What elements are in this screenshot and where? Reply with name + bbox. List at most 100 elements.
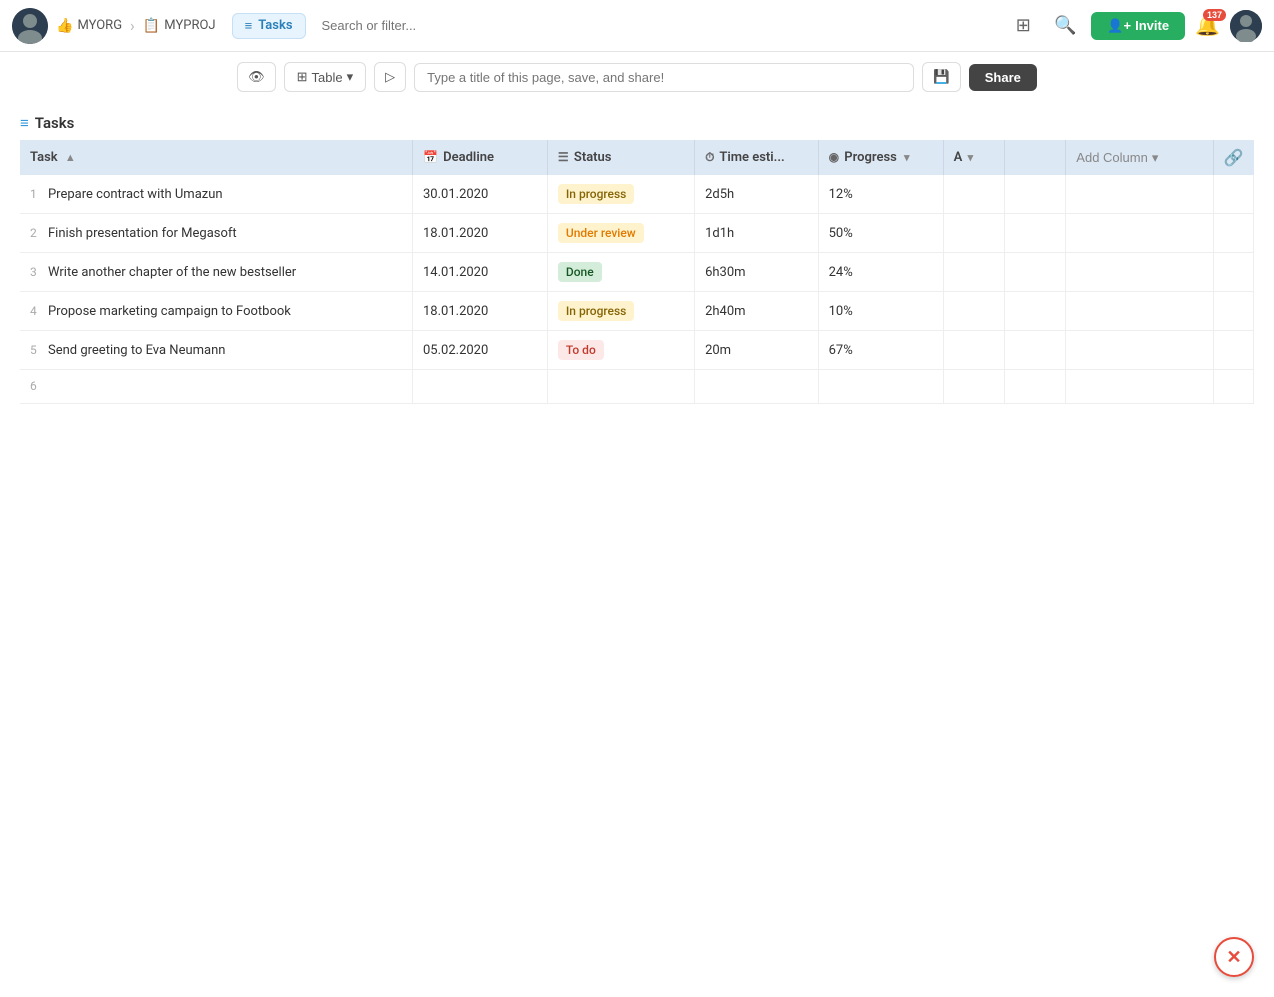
row-empty-cell [1004, 331, 1065, 370]
empty-a [943, 370, 1004, 404]
user-avatar[interactable] [1230, 10, 1262, 42]
row-link-cell [1213, 214, 1253, 253]
row-status-cell: Done [547, 253, 694, 292]
progress-sort-icon: ▾ [904, 151, 910, 164]
row-a-cell [943, 214, 1004, 253]
row-task-cell: 3 Write another chapter of the new bests… [20, 253, 412, 292]
link-icon[interactable]: 🔗 [1224, 148, 1244, 167]
save-button[interactable]: 💾 [922, 62, 961, 92]
a-col-label: A [954, 150, 963, 165]
col-header-status[interactable]: ☰ Status [547, 140, 694, 175]
col-header-add[interactable]: Add Column ▾ [1066, 140, 1213, 175]
row-add-cell [1066, 175, 1213, 214]
row-deadline-cell: 30.01.2020 [412, 175, 547, 214]
table-row-empty[interactable]: 6 [20, 370, 1254, 404]
proj-label: MYPROJ [164, 18, 215, 33]
row-link-cell [1213, 331, 1253, 370]
row-add-cell [1066, 253, 1213, 292]
col-header-a[interactable]: A ▾ [943, 140, 1004, 175]
notification-button[interactable]: 🔔 137 [1195, 13, 1220, 38]
col-header-link: 🔗 [1213, 140, 1253, 175]
page-title-input[interactable] [414, 63, 914, 92]
tasks-pill[interactable]: ≡ Tasks [232, 13, 306, 39]
empty-deadline [412, 370, 547, 404]
share-label: Share [985, 70, 1021, 85]
chevron-down-icon: ▾ [347, 69, 354, 85]
export-button[interactable]: ▷ [374, 62, 406, 92]
nav-org[interactable]: 👍 MYORG [56, 18, 122, 34]
empty-status [547, 370, 694, 404]
col-header-progress[interactable]: ◉ Progress ▾ [818, 140, 943, 175]
row-progress-cell: 12% [818, 175, 943, 214]
invite-icon: 👤+ [1107, 18, 1131, 34]
row-a-cell [943, 175, 1004, 214]
tasks-pill-label: Tasks [258, 18, 292, 33]
row-number: 3 [30, 265, 45, 279]
status-col-icon: ☰ [558, 150, 569, 164]
col-header-task[interactable]: Task ▲ [20, 140, 412, 175]
table-header-row: Task ▲ 📅 Deadline ☰ Status ⏱ Time esti..… [20, 140, 1254, 175]
col-header-time[interactable]: ⏱ Time esti... [695, 140, 819, 175]
share-button[interactable]: Share [969, 64, 1037, 91]
empty-row-num: 6 [20, 370, 412, 404]
table-icon: ⊞ [297, 69, 308, 85]
invite-button[interactable]: 👤+ Invite [1091, 12, 1185, 40]
status-col-label: Status [574, 150, 612, 165]
row-progress-cell: 67% [818, 331, 943, 370]
grid-view-button[interactable]: ⊞ [1007, 10, 1039, 42]
task-name: Prepare contract with Umazun [48, 187, 223, 202]
table-row[interactable]: 2 Finish presentation for Megasoft 18.01… [20, 214, 1254, 253]
col-header-deadline[interactable]: 📅 Deadline [412, 140, 547, 175]
row-empty-cell [1004, 214, 1065, 253]
row-time-cell: 1d1h [695, 214, 819, 253]
row-task-cell: 2 Finish presentation for Megasoft [20, 214, 412, 253]
row-progress-cell: 24% [818, 253, 943, 292]
row-number: 2 [30, 226, 45, 240]
add-col-icon: ▾ [1152, 150, 1159, 166]
row-status-cell: Under review [547, 214, 694, 253]
empty-progress [818, 370, 943, 404]
navbar: 👍 MYORG › 📋 MYPROJ ≡ Tasks ⊞ 🔍 👤+ Invite… [0, 0, 1274, 52]
row-add-cell [1066, 214, 1213, 253]
row-empty-cell [1004, 175, 1065, 214]
row-number: 1 [30, 187, 45, 201]
breadcrumb-separator: › [130, 16, 135, 35]
row-empty-cell [1004, 292, 1065, 331]
view-button[interactable]: 👁 [237, 62, 276, 92]
section-title: ≡ Tasks [20, 102, 1254, 140]
deadline-col-label: Deadline [443, 150, 494, 165]
a-sort-icon: ▾ [968, 151, 974, 164]
save-icon: 💾 [933, 69, 950, 84]
table-row[interactable]: 5 Send greeting to Eva Neumann 05.02.202… [20, 331, 1254, 370]
empty-time [695, 370, 819, 404]
proj-icon: 📋 [143, 18, 160, 34]
row-add-cell [1066, 292, 1213, 331]
row-time-cell: 2d5h [695, 175, 819, 214]
toolbar: 👁 ⊞ Table ▾ ▷ 💾 Share [0, 52, 1274, 102]
row-time-cell: 20m [695, 331, 819, 370]
row-deadline-cell: 18.01.2020 [412, 292, 547, 331]
progress-col-label: Progress [844, 150, 897, 165]
deadline-col-icon: 📅 [423, 150, 438, 164]
add-column-button[interactable]: Add Column ▾ [1076, 150, 1158, 166]
task-sort-icon: ▲ [65, 151, 76, 164]
row-number: 5 [30, 343, 45, 357]
search-button[interactable]: 🔍 [1049, 10, 1081, 42]
row-link-cell [1213, 175, 1253, 214]
nav-right: ⊞ 🔍 👤+ Invite 🔔 137 [1007, 10, 1262, 42]
row-task-cell: 1 Prepare contract with Umazun [20, 175, 412, 214]
org-icon: 👍 [56, 18, 73, 34]
search-input[interactable] [322, 18, 992, 33]
time-col-icon: ⏱ [705, 150, 714, 164]
table-row[interactable]: 3 Write another chapter of the new bests… [20, 253, 1254, 292]
main-content: ≡ Tasks Task ▲ 📅 Deadline ☰ Status ⏱ [0, 102, 1274, 424]
table-view-button[interactable]: ⊞ Table ▾ [284, 62, 367, 92]
table-row[interactable]: 1 Prepare contract with Umazun 30.01.202… [20, 175, 1254, 214]
avatar [12, 8, 48, 44]
col-header-empty [1004, 140, 1065, 175]
nav-proj[interactable]: 📋 MYPROJ [143, 18, 216, 34]
eye-icon: 👁 [248, 69, 265, 85]
help-button[interactable]: ✕ [1214, 937, 1254, 977]
progress-col-icon: ◉ [829, 150, 839, 164]
table-row[interactable]: 4 Propose marketing campaign to Footbook… [20, 292, 1254, 331]
